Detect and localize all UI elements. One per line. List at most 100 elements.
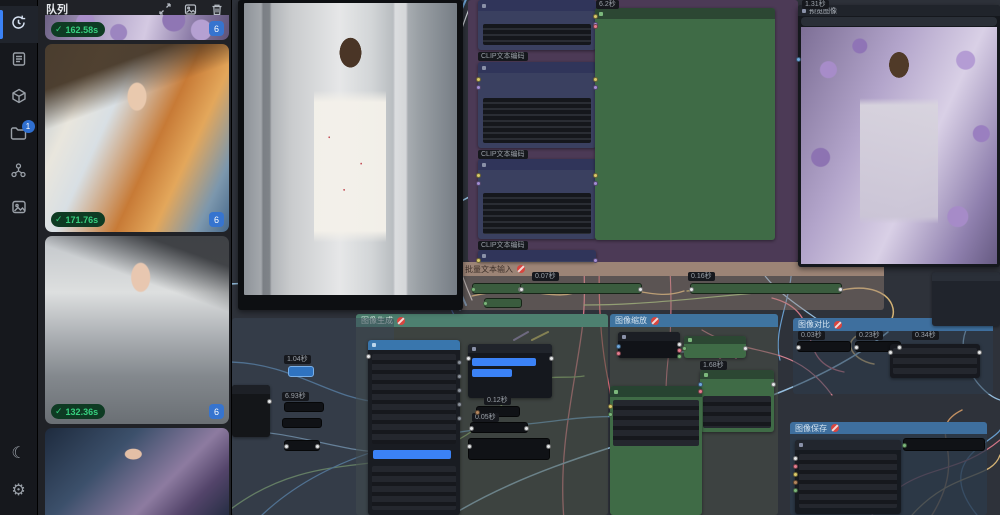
duration-badge: ✓171.76s xyxy=(51,212,105,227)
clip-text-node[interactable] xyxy=(478,250,596,262)
node-title-chip: 0.12秒 xyxy=(484,396,511,405)
value-bar[interactable] xyxy=(373,450,451,459)
prompt-textarea[interactable] xyxy=(483,24,591,45)
node-title-chip: 6.93秒 xyxy=(282,392,309,401)
bypass-icon xyxy=(831,424,839,432)
prompt-textarea[interactable] xyxy=(483,98,591,143)
dark-node[interactable] xyxy=(468,344,552,398)
group-header[interactable]: 图像保存 xyxy=(790,422,987,434)
comfyui-app: 1 ☾ ⚙ 队列 xyxy=(0,0,1000,515)
gear-icon: ⚙ xyxy=(11,483,25,499)
green-preview-node[interactable] xyxy=(610,386,702,515)
expand-panel-icon[interactable] xyxy=(158,3,171,16)
node-title-chip: 1.31秒 xyxy=(802,0,829,9)
clip-text-node[interactable] xyxy=(478,0,596,50)
clip-text-node[interactable] xyxy=(478,62,596,148)
node-title-chip: 1.68秒 xyxy=(700,361,727,370)
dark-node[interactable] xyxy=(890,344,980,378)
collapsed-node[interactable] xyxy=(284,440,320,451)
node-title-chip: CLIP文本编码 xyxy=(478,52,528,61)
check-icon: ✓ xyxy=(55,24,63,35)
settings-button[interactable]: ⚙ xyxy=(0,472,38,509)
value-bar[interactable] xyxy=(472,369,512,377)
green-node[interactable] xyxy=(684,336,746,358)
check-icon: ✓ xyxy=(55,214,63,225)
group-title: 图像缩放 xyxy=(615,315,647,326)
green-node[interactable] xyxy=(700,370,774,432)
queue-item[interactable]: ✓162.58s 6 xyxy=(45,15,229,40)
node-title-chip: 1.04秒 xyxy=(284,355,311,364)
queue-item[interactable]: ✓132.36s 6 xyxy=(45,236,229,424)
queue-history-tab[interactable] xyxy=(0,6,38,43)
bypass-icon xyxy=(834,321,842,329)
node-title-chip: 0.34秒 xyxy=(912,331,939,340)
node-title-chip: CLIP文本编码 xyxy=(478,150,528,159)
collapsed-node[interactable] xyxy=(484,298,522,308)
workflows-tab[interactable]: 1 xyxy=(0,117,38,154)
models-tab[interactable] xyxy=(0,80,38,117)
node-title-chip: CLIP文本编码 xyxy=(478,241,528,250)
group-title: 批量文本输入 xyxy=(465,264,513,275)
widget-row[interactable] xyxy=(801,17,997,26)
bypass-icon xyxy=(397,317,405,325)
bypass-icon xyxy=(517,265,525,273)
clear-queue-trash-icon[interactable] xyxy=(210,3,223,16)
group-title: 图像对比 xyxy=(798,319,830,330)
theme-toggle[interactable]: ☾ xyxy=(0,435,38,472)
queue-panel-header: 队列 xyxy=(38,0,231,16)
collapsed-node[interactable] xyxy=(472,283,522,294)
node-graph-canvas[interactable]: 批量文本输入 图像生成 图像缩放 图像对比 图像保存 xyxy=(232,0,1000,515)
generated-image xyxy=(801,27,997,264)
black-node[interactable] xyxy=(618,332,680,358)
collapsed-node[interactable] xyxy=(797,341,851,352)
cube-icon xyxy=(11,88,27,109)
image-count-badge: 6 xyxy=(209,212,224,227)
collapsed-node[interactable] xyxy=(520,283,642,294)
duration-badge: ✓162.58s xyxy=(51,22,105,37)
generated-image xyxy=(244,3,457,295)
node-library-tab[interactable] xyxy=(0,154,38,191)
collapsed-node[interactable] xyxy=(903,438,985,451)
collapse-dot[interactable] xyxy=(802,9,806,13)
node-title-chip: 0.16秒 xyxy=(688,272,715,281)
collapsed-node[interactable] xyxy=(282,418,322,428)
node-title-chip: 0.07秒 xyxy=(532,272,559,281)
green-processor-node[interactable] xyxy=(595,8,775,240)
dark-node[interactable] xyxy=(932,272,1000,326)
value-bar[interactable] xyxy=(472,358,536,366)
collapsed-node[interactable] xyxy=(284,402,324,412)
collapsed-node[interactable] xyxy=(690,283,842,294)
image-count-badge: 6 xyxy=(209,404,224,419)
image-count-badge: 6 xyxy=(209,21,224,36)
history-icon xyxy=(10,14,27,36)
gallery-tab[interactable] xyxy=(0,191,38,228)
node-title-chip: 6.2秒 xyxy=(596,0,619,9)
preview-image-node[interactable]: 预览图像 xyxy=(798,5,1000,267)
network-icon xyxy=(10,162,27,184)
group-header[interactable]: 图像缩放 xyxy=(610,314,778,327)
log-icon xyxy=(11,51,27,72)
moon-icon: ☾ xyxy=(11,446,25,462)
logs-tab[interactable] xyxy=(0,43,38,80)
image-icon xyxy=(11,199,27,220)
collapsed-node-selected[interactable] xyxy=(288,366,314,377)
prompt-textarea[interactable] xyxy=(483,193,591,234)
check-icon: ✓ xyxy=(55,406,63,417)
dark-settings-node[interactable] xyxy=(368,340,460,515)
node-title-chip: 0.23秒 xyxy=(856,331,883,340)
sidebar-rail: 1 ☾ ⚙ xyxy=(0,0,38,515)
preview-image-node[interactable] xyxy=(238,0,463,310)
group-title: 图像保存 xyxy=(795,423,827,434)
dark-node[interactable] xyxy=(795,440,901,514)
gallery-view-icon[interactable] xyxy=(184,3,197,16)
duration-badge: ✓132.36s xyxy=(51,404,105,419)
clip-text-node[interactable] xyxy=(478,159,596,239)
dark-node[interactable] xyxy=(232,385,270,437)
bypass-icon xyxy=(651,317,659,325)
queue-panel: 队列 xyxy=(38,0,232,515)
queue-item[interactable]: ✓171.76s 6 xyxy=(45,44,229,232)
queue-item[interactable] xyxy=(45,428,229,515)
collapsed-node[interactable] xyxy=(468,438,550,460)
collapsed-node[interactable] xyxy=(470,422,528,433)
node-title-chip: 0.03秒 xyxy=(798,331,825,340)
